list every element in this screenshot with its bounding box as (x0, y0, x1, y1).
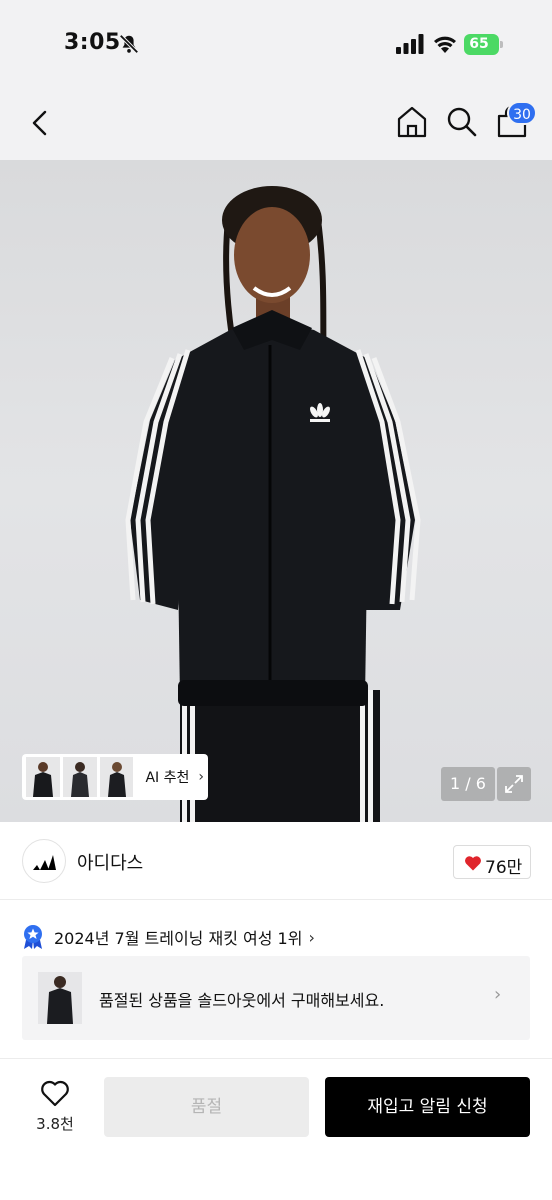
brand-logo[interactable] (22, 839, 66, 883)
home-icon[interactable] (394, 104, 430, 140)
restock-notify-button[interactable]: 재입고 알림 신청 (325, 1077, 530, 1137)
wishlist-count: 3.8천 (36, 1115, 74, 1133)
thumbnail-1[interactable] (26, 757, 60, 797)
status-time: 3:05 (64, 30, 121, 55)
ranking-link[interactable]: 2024년 7월 트레이닝 재킷 여성 1위 › (22, 922, 315, 952)
battery-percent: 65 (469, 36, 489, 52)
product-photo (125, 186, 421, 822)
search-icon[interactable] (444, 104, 480, 140)
heart-filled-icon (465, 856, 481, 871)
heart-outline-icon (41, 1080, 69, 1107)
adidas-logo-icon (33, 855, 56, 870)
thumbnail-image (107, 762, 126, 797)
ranking-text: 2024년 7월 트레이닝 재킷 여성 1위 (54, 929, 303, 948)
status-bar: 3:05 65 (0, 0, 552, 88)
cellular-signal-icon (396, 34, 424, 54)
bottom-action-bar: 3.8천 품절 재입고 알림 신청 (0, 1058, 552, 1200)
wishlist-button[interactable]: 3.8천 (24, 1079, 86, 1139)
bell-slash-icon (119, 34, 139, 54)
product-image[interactable]: AI 추천 › 1 / 6 (0, 160, 552, 822)
ranking-badge-icon (24, 925, 42, 949)
chevron-right-icon: › (308, 927, 315, 947)
banner-text: 품절된 상품을 솔드아웃에서 구매해보세요. (99, 991, 385, 1010)
brand-name[interactable]: 아디다스 (77, 849, 143, 875)
brand-row[interactable]: 아디다스 76만 (0, 822, 552, 900)
expand-button[interactable] (497, 767, 531, 801)
expand-icon (505, 775, 523, 793)
ai-recommendation-strip[interactable]: AI 추천 › (22, 754, 208, 800)
ai-recommendation-label[interactable]: AI 추천 (145, 767, 189, 787)
soldout-banner[interactable]: 품절된 상품을 솔드아웃에서 구매해보세요. › (22, 956, 530, 1040)
sold-out-button[interactable]: 품절 (104, 1077, 309, 1137)
battery-indicator: 65 (464, 34, 504, 55)
thumbnail-image (32, 762, 53, 797)
cart-count-badge: 30 (507, 101, 537, 125)
thumbnail-2[interactable] (62, 757, 97, 797)
wifi-icon (434, 36, 456, 53)
thumbnail-image (70, 762, 89, 797)
like-button[interactable]: 76만 (453, 845, 531, 879)
like-count: 76만 (485, 858, 523, 878)
image-counter: 1 / 6 (441, 767, 495, 801)
top-nav: 30 (0, 88, 552, 160)
banner-product-image (47, 976, 73, 1024)
back-chevron-icon[interactable] (26, 106, 54, 140)
chevron-right-icon: › (494, 984, 502, 1005)
thumbnail-3[interactable] (99, 757, 134, 797)
chevron-right-icon: › (198, 769, 205, 785)
banner-thumbnail (38, 972, 82, 1024)
